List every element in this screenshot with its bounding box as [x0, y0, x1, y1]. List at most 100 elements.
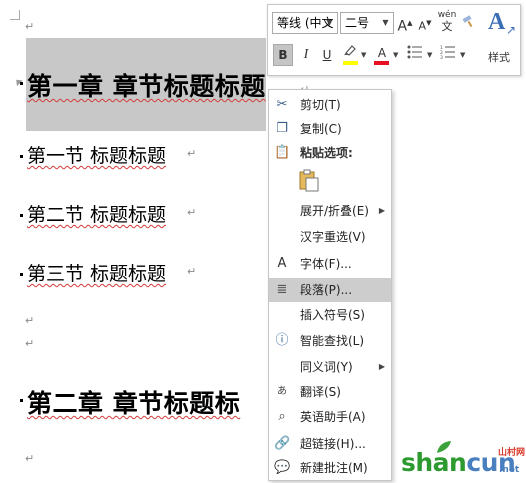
phonetic-guide-button[interactable]: wén 文: [436, 10, 458, 32]
numbering-icon: 1 2 3: [440, 45, 455, 61]
chevron-right-icon: ▶: [378, 362, 385, 371]
context-menu: ✂ 剪切(T) ❐ 复制(C) 📋 粘贴选项: 展开/折叠(E) ▶ 汉字重选(…: [268, 89, 392, 481]
menu-item-label: 剪切(T): [300, 98, 341, 112]
font-color-bar: [374, 61, 389, 65]
heading-bullet: [20, 214, 23, 217]
svg-text:3: 3: [440, 55, 443, 59]
paragraph-mark: ↵: [25, 20, 35, 33]
font-size-value: 二号: [345, 16, 370, 30]
heading-bullet: [20, 155, 23, 158]
shrink-font-button[interactable]: A▼: [415, 12, 435, 34]
bullets-button[interactable]: [405, 44, 425, 66]
english-assistant-icon: ⌕: [278, 409, 286, 424]
heading-bullet: [20, 273, 23, 276]
menu-item-label: 展开/折叠(E): [300, 204, 369, 218]
heading-1-chapter-two[interactable]: 第二章 章节标题标: [27, 384, 240, 420]
italic-icon: I: [303, 47, 309, 62]
menu-item-label: 智能查找(L): [300, 334, 365, 348]
menu-item-paragraph[interactable]: ≣ 段落(P)...: [269, 278, 391, 302]
bold-button[interactable]: B: [273, 44, 293, 66]
font-name-dropdown[interactable]: 等线 (中文 ▼: [272, 12, 338, 34]
menu-item-new-comment[interactable]: 💬 新建批注(M): [269, 456, 391, 480]
underline-button[interactable]: U: [317, 44, 337, 66]
paragraph-mark: ↵: [187, 147, 197, 160]
menu-item-label: 段落(P)...: [300, 283, 353, 297]
heading-2-section-one[interactable]: 第一节 标题标题: [27, 141, 166, 168]
format-painter-icon: [462, 15, 473, 28]
smart-lookup-icon: ⓘ: [275, 333, 289, 348]
numbering-button[interactable]: 1 2 3: [438, 44, 458, 66]
paragraph-icon: ≣: [276, 282, 288, 297]
font-color-icon: A: [377, 46, 387, 60]
menu-item-english-assistant[interactable]: ⌕ 英语助手(A): [269, 405, 391, 429]
heading-1-chapter-one[interactable]: 第一章 章节标题标题: [27, 67, 266, 103]
hyperlink-icon: 🔗: [274, 436, 291, 451]
menu-item-label: 复制(C): [300, 122, 342, 136]
menu-item-font[interactable]: A 字体(F)...: [269, 252, 391, 276]
menu-item-hyperlink[interactable]: 🔗 超链接(H)...: [269, 432, 391, 456]
chevron-down-icon: ▼: [326, 18, 333, 27]
grow-font-icon: A: [397, 18, 408, 35]
styles-button[interactable]: A ↗ 样式: [486, 9, 518, 69]
menu-item-label: 粘贴选项:: [300, 146, 353, 160]
menu-item-translate[interactable]: あ 翻译(S): [269, 380, 391, 404]
underline-icon: U: [322, 48, 332, 62]
paragraph-mark: ↵: [187, 206, 197, 219]
styles-icon-pen: ↗: [506, 23, 517, 37]
menu-item-insert-symbol[interactable]: 插入符号(S): [269, 303, 391, 327]
chevron-down-icon[interactable]: ▼: [361, 51, 366, 59]
paragraph-mark: ↵: [25, 452, 35, 465]
menu-item-label: 新建批注(M): [300, 461, 368, 475]
bold-icon: B: [278, 48, 288, 62]
watermark-cn: 山村网: [498, 448, 526, 458]
menu-item-label: 翻译(S): [300, 385, 341, 399]
phonetic-guide-char: 文: [441, 20, 453, 33]
highlight-color-bar: [343, 61, 358, 65]
chevron-down-icon[interactable]: ▼: [427, 51, 432, 59]
menu-item-label: 超链接(H)...: [300, 437, 366, 451]
menu-item-paste-options: 📋 粘贴选项:: [269, 141, 391, 165]
new-comment-icon: 💬: [274, 460, 291, 475]
italic-button[interactable]: I: [296, 44, 316, 66]
paragraph-mark: ↵: [25, 337, 35, 350]
scissors-icon: ✂: [276, 97, 288, 112]
chevron-down-icon[interactable]: ▼: [460, 51, 465, 59]
menu-item-reconversion[interactable]: 汉字重选(V): [269, 225, 391, 249]
shrink-font-icon: A: [418, 19, 427, 33]
translate-icon: あ: [277, 386, 287, 397]
heading-bullet: [20, 82, 23, 85]
menu-item-label: 汉字重选(V): [300, 230, 366, 244]
heading-2-section-three[interactable]: 第三节 标题标题: [27, 259, 166, 286]
styles-label: 样式: [488, 51, 510, 64]
menu-item-expand-collapse[interactable]: 展开/折叠(E) ▶: [269, 199, 391, 223]
menu-item-synonyms[interactable]: 同义词(Y) ▶: [269, 355, 391, 379]
chevron-down-icon[interactable]: ▼: [393, 51, 398, 59]
menu-item-label: 英语助手(A): [300, 410, 366, 424]
styles-icon: A: [488, 9, 506, 35]
shancun-watermark-logo: shancun 山村网 .net: [395, 440, 525, 482]
page-corner-mark: [10, 10, 20, 20]
menu-item-label: 同义词(Y): [300, 360, 353, 374]
menu-item-label: 插入符号(S): [300, 308, 365, 322]
heading-2-section-two[interactable]: 第二节 标题标题: [27, 200, 166, 227]
menu-item-smart-lookup[interactable]: ⓘ 智能查找(L): [269, 329, 391, 353]
watermark-shan: shan: [401, 448, 467, 477]
watermark-net: .net: [499, 465, 520, 475]
chevron-right-icon: ▶: [378, 206, 385, 215]
font-size-dropdown[interactable]: 二号 ▼: [340, 12, 394, 34]
paste-keep-text-only-icon[interactable]: [298, 169, 320, 193]
menu-item-label: 字体(F)...: [300, 257, 352, 271]
heading-bullet: [20, 399, 23, 402]
grow-font-button[interactable]: A▲: [395, 12, 415, 35]
bullets-icon: [407, 45, 422, 59]
paragraph-mark: ↵: [187, 265, 197, 278]
paste-icon: 📋: [274, 145, 291, 160]
format-painter-button[interactable]: [459, 12, 479, 34]
copy-icon: ❐: [276, 121, 288, 136]
menu-item-copy[interactable]: ❐ 复制(C): [269, 117, 391, 141]
menu-item-cut[interactable]: ✂ 剪切(T): [269, 93, 391, 117]
chevron-down-icon: ▼: [382, 18, 389, 27]
paragraph-mark: ↵: [25, 314, 35, 327]
highlighter-icon: [344, 45, 356, 56]
font-icon: A: [277, 256, 287, 271]
